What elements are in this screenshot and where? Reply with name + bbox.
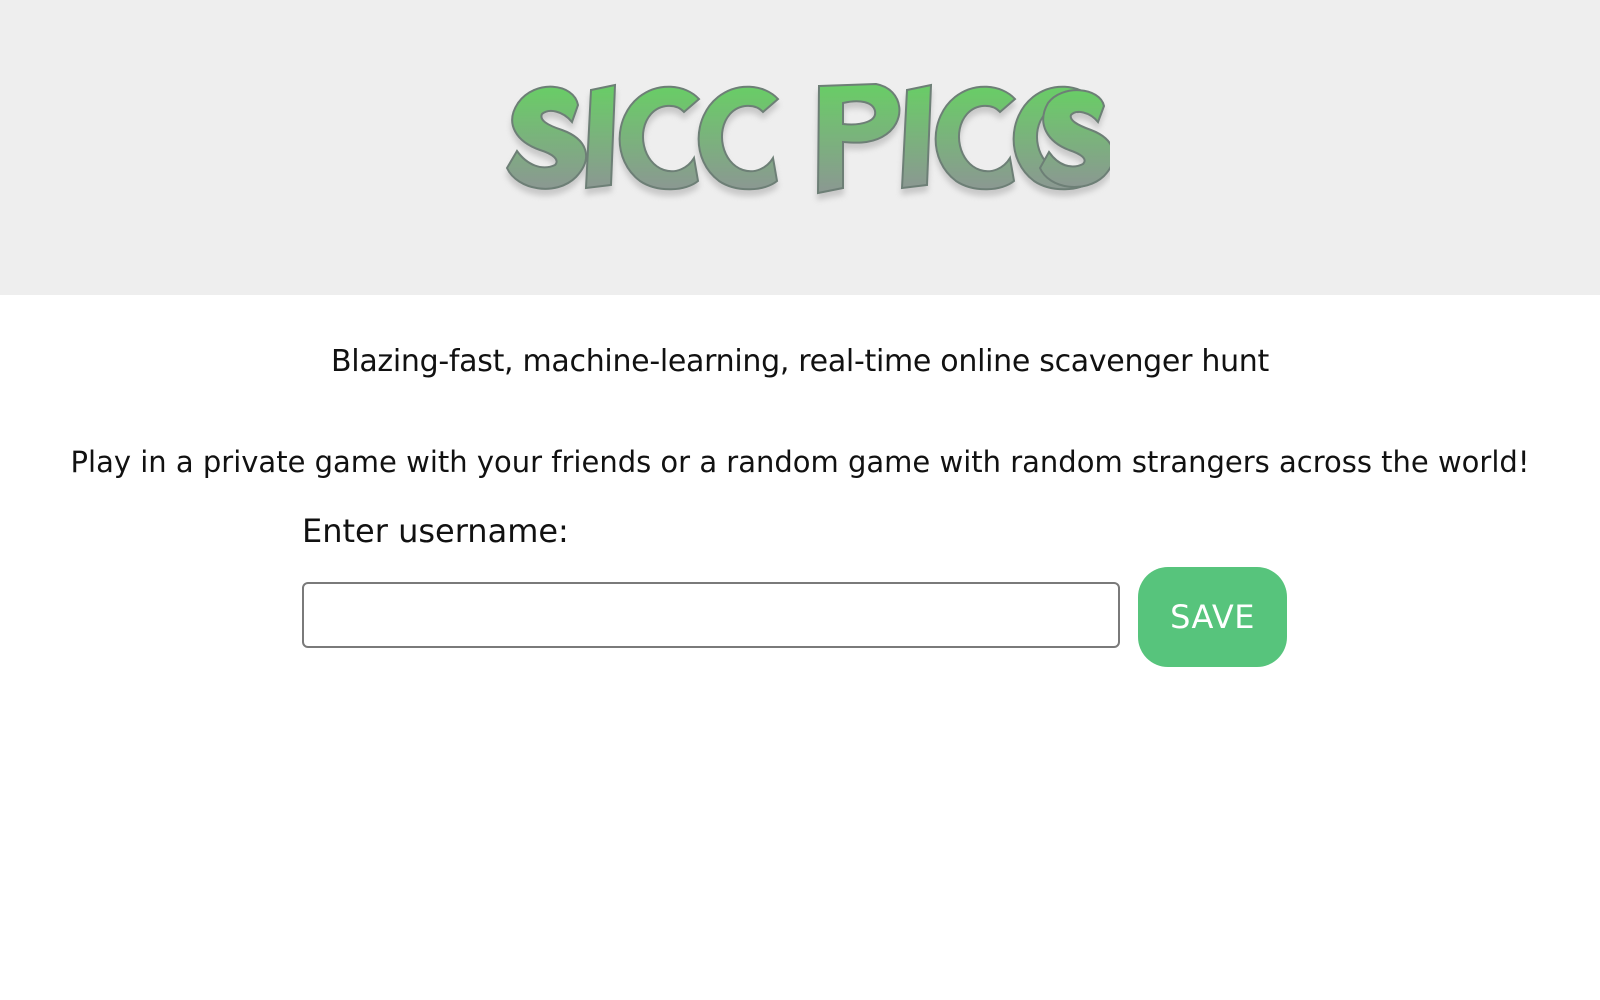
page: Blazing-fast, machine-learning, real-tim… [0, 0, 1600, 1000]
tagline: Blazing-fast, machine-learning, real-tim… [331, 344, 1269, 379]
header [0, 0, 1600, 295]
game-description: Play in a private game with your friends… [70, 445, 1530, 479]
sicc-piccs-logo [505, 82, 1110, 195]
save-button[interactable]: SAVE [1138, 567, 1287, 667]
username-label: Enter username: [302, 512, 569, 550]
username-input[interactable] [302, 582, 1120, 648]
